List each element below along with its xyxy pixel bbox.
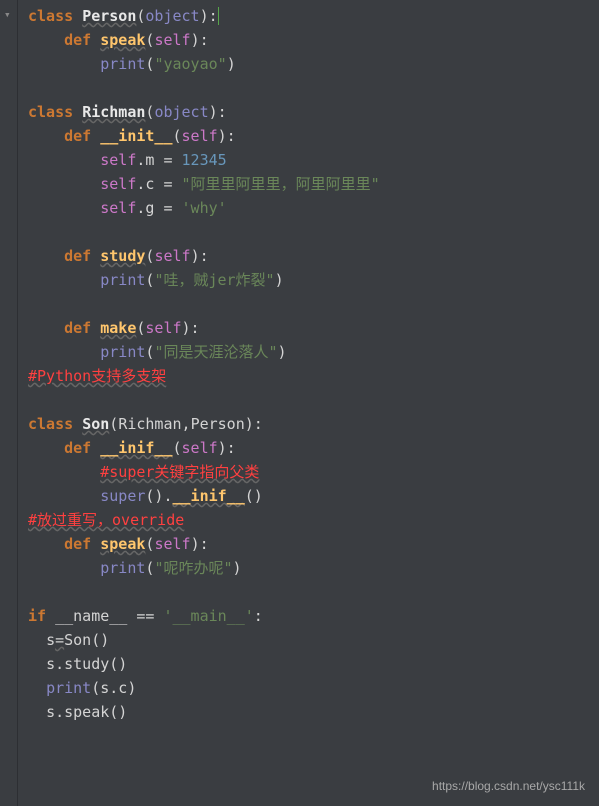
code-line	[28, 220, 599, 244]
code-line: class Person(object):	[28, 4, 599, 28]
watermark-text: https://blog.csdn.net/ysc111k	[432, 777, 585, 796]
code-line: def speak(self):	[28, 28, 599, 52]
code-line: s.study()	[28, 652, 599, 676]
code-line: def __init__(self):	[28, 124, 599, 148]
code-line: print("yaoyao")	[28, 52, 599, 76]
code-line	[28, 580, 599, 604]
code-line	[28, 388, 599, 412]
code-line: print("哇，贼jer炸裂")	[28, 268, 599, 292]
code-line: s.speak()	[28, 700, 599, 724]
code-line: self.m = 12345	[28, 148, 599, 172]
code-line: self.c = "阿里里阿里里，阿里阿里里"	[28, 172, 599, 196]
code-line: def __inif__(self):	[28, 436, 599, 460]
code-editor[interactable]: class Person(object): def speak(self): p…	[0, 0, 599, 724]
code-line: print("同是天涯沦落人")	[28, 340, 599, 364]
code-line: #super关键字指向父类	[28, 460, 599, 484]
code-line: class Son(Richman,Person):	[28, 412, 599, 436]
code-line: class Richman(object):	[28, 100, 599, 124]
code-line	[28, 292, 599, 316]
code-line: super().__inif__()	[28, 484, 599, 508]
code-line: print("呢咋办呢")	[28, 556, 599, 580]
code-line: self.g = 'why'	[28, 196, 599, 220]
code-line: #放过重写，override	[28, 508, 599, 532]
code-line: s=Son()	[28, 628, 599, 652]
code-line	[28, 76, 599, 100]
code-line: def speak(self):	[28, 532, 599, 556]
code-line: def make(self):	[28, 316, 599, 340]
code-line: #Python支持多支架	[28, 364, 599, 388]
code-line: print(s.c)	[28, 676, 599, 700]
code-line: def study(self):	[28, 244, 599, 268]
code-line: if __name__ == '__main__':	[28, 604, 599, 628]
